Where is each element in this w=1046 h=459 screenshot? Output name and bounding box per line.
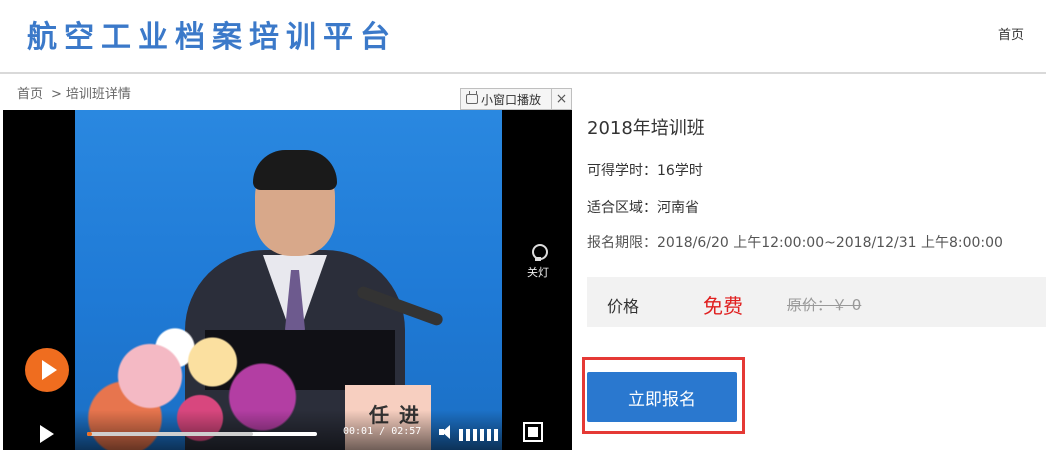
- mini-window-bar: 小窗口播放 ×: [460, 88, 572, 110]
- fullscreen-icon[interactable]: [523, 422, 543, 442]
- player-controls: 00:01 / 02:57: [3, 410, 572, 450]
- region-label: 适合区域：: [587, 200, 657, 216]
- close-icon[interactable]: ×: [551, 89, 571, 109]
- breadcrumb-separator: >: [51, 87, 62, 102]
- light-toggle-button[interactable]: 关灯: [518, 238, 558, 288]
- play-icon[interactable]: [40, 425, 54, 443]
- light-toggle-label: 关灯: [527, 266, 549, 279]
- region-value: 河南省: [657, 200, 699, 216]
- video-frame: 任进: [75, 110, 502, 450]
- price-box: 价格 免费 原价：￥ 0: [587, 277, 1046, 327]
- volume-level-bars[interactable]: [459, 426, 505, 441]
- video-player[interactable]: 任进 关灯 00:01 / 02:57: [3, 110, 572, 450]
- speaker-hair: [253, 150, 337, 190]
- header: 航空工业档案培训平台 首页: [0, 0, 1046, 74]
- signup-period-label: 报名期限：: [587, 235, 657, 251]
- credit-hours-value: 16学时: [657, 163, 703, 179]
- original-price: 原价：￥ 0: [787, 296, 862, 314]
- nav-home-link[interactable]: 首页: [998, 24, 1024, 43]
- signup-period-row: 报名期限：2018/6/20 上午12:00:00~2018/12/31 上午8…: [587, 232, 1003, 252]
- signup-period-value: 2018/6/20 上午12:00:00~2018/12/31 上午8:00:0…: [657, 235, 1003, 251]
- tv-icon: [466, 91, 478, 104]
- region-row: 适合区域：河南省: [587, 197, 699, 217]
- progress-fill: [87, 432, 92, 436]
- credit-hours-row: 可得学时：16学时: [587, 160, 703, 180]
- breadcrumb-home[interactable]: 首页: [17, 87, 43, 102]
- mini-window-label: 小窗口播放: [481, 92, 542, 107]
- price-label: 价格: [607, 297, 640, 316]
- time-display: 00:01 / 02:57: [343, 426, 421, 437]
- breadcrumb-current: 培训班详情: [65, 87, 131, 102]
- volume-icon[interactable]: [439, 424, 455, 440]
- bulb-icon: [530, 244, 548, 262]
- credit-hours-label: 可得学时：: [587, 163, 657, 179]
- price-free: 免费: [703, 294, 743, 318]
- breadcrumb: 首页 > 培训班详情: [17, 83, 131, 102]
- current-time: 00:01: [343, 426, 374, 437]
- site-title: 航空工业档案培训平台: [27, 20, 397, 55]
- time-separator: /: [379, 426, 386, 437]
- big-play-button[interactable]: [25, 348, 69, 392]
- duration: 02:57: [391, 426, 422, 437]
- mini-window-play-button[interactable]: 小窗口播放: [461, 89, 541, 109]
- signup-button[interactable]: 立即报名: [587, 372, 737, 422]
- progress-buffer: [87, 432, 253, 436]
- course-title: 2018年培训班: [587, 118, 705, 139]
- progress-bar[interactable]: [87, 432, 317, 436]
